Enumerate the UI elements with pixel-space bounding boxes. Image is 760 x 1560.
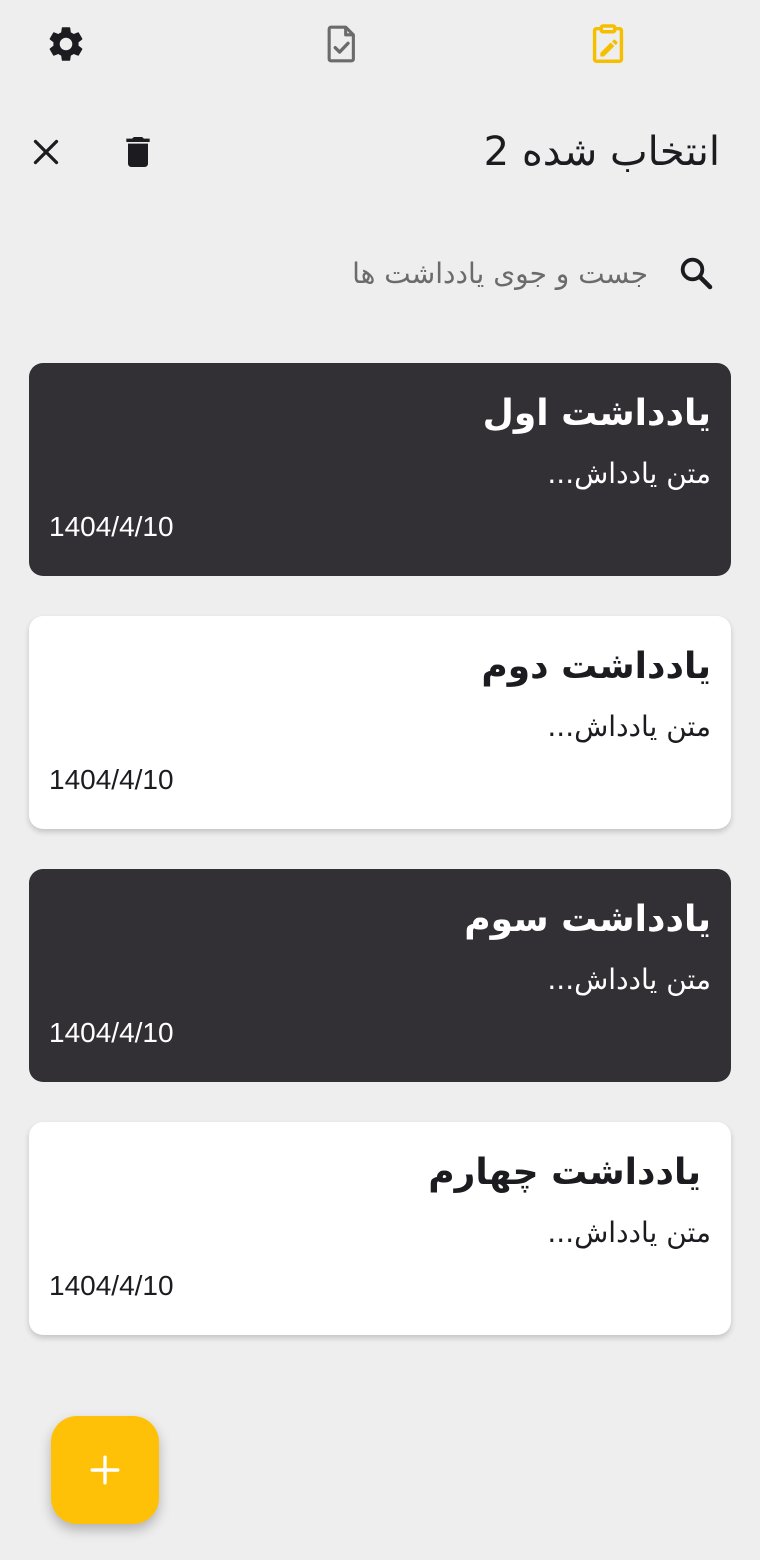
note-card[interactable]: یادداشت چهارم متن یادداش... 1404/4/10: [29, 1122, 731, 1335]
gear-icon: [49, 27, 83, 61]
selection-count-title: انتخاب شده 2: [483, 129, 720, 175]
note-title: یادداشت دوم: [481, 646, 711, 687]
search-icon: [680, 257, 713, 290]
note-date: 1404/4/10: [49, 1270, 174, 1301]
note-date: 1404/4/10: [49, 511, 174, 542]
note-preview: متن یادداش...: [547, 1216, 711, 1249]
note-date: 1404/4/10: [49, 1017, 174, 1048]
note-card-selected[interactable]: یادداشت سوم متن یادداش... 1404/4/10: [29, 869, 731, 1082]
edit-note-icon: [592, 24, 624, 63]
task-check-icon: [327, 25, 355, 63]
note-title: یادداشت سوم: [464, 899, 711, 940]
add-note-button[interactable]: [51, 1416, 159, 1524]
selection-header: انتخاب شده 2: [0, 110, 760, 194]
note-preview: متن یادداش...: [547, 710, 711, 743]
tab-notes[interactable]: [582, 18, 634, 70]
search-button[interactable]: [670, 247, 722, 299]
delete-button[interactable]: [112, 126, 164, 178]
tab-tasks[interactable]: [316, 18, 368, 70]
search-bar: [299, 242, 722, 304]
trash-icon: [126, 137, 150, 167]
note-preview: متن یادداش...: [547, 457, 711, 490]
note-card-selected[interactable]: یادداشت اول متن یادداش... 1404/4/10: [29, 363, 731, 576]
note-preview: متن یادداش...: [547, 963, 711, 996]
plus-icon: [90, 1455, 120, 1485]
search-input[interactable]: [299, 256, 648, 290]
settings-button[interactable]: [40, 18, 92, 70]
close-icon: [33, 139, 59, 165]
note-title: یادداشت اول: [482, 393, 711, 434]
close-selection-button[interactable]: [20, 126, 72, 178]
note-date: 1404/4/10: [49, 764, 174, 795]
note-title: یادداشت چهارم: [428, 1152, 701, 1193]
top-navigation-bar: [0, 0, 760, 90]
note-card[interactable]: یادداشت دوم متن یادداش... 1404/4/10: [29, 616, 731, 829]
note-list: یادداشت اول متن یادداش... 1404/4/10 یادد…: [29, 363, 731, 1375]
